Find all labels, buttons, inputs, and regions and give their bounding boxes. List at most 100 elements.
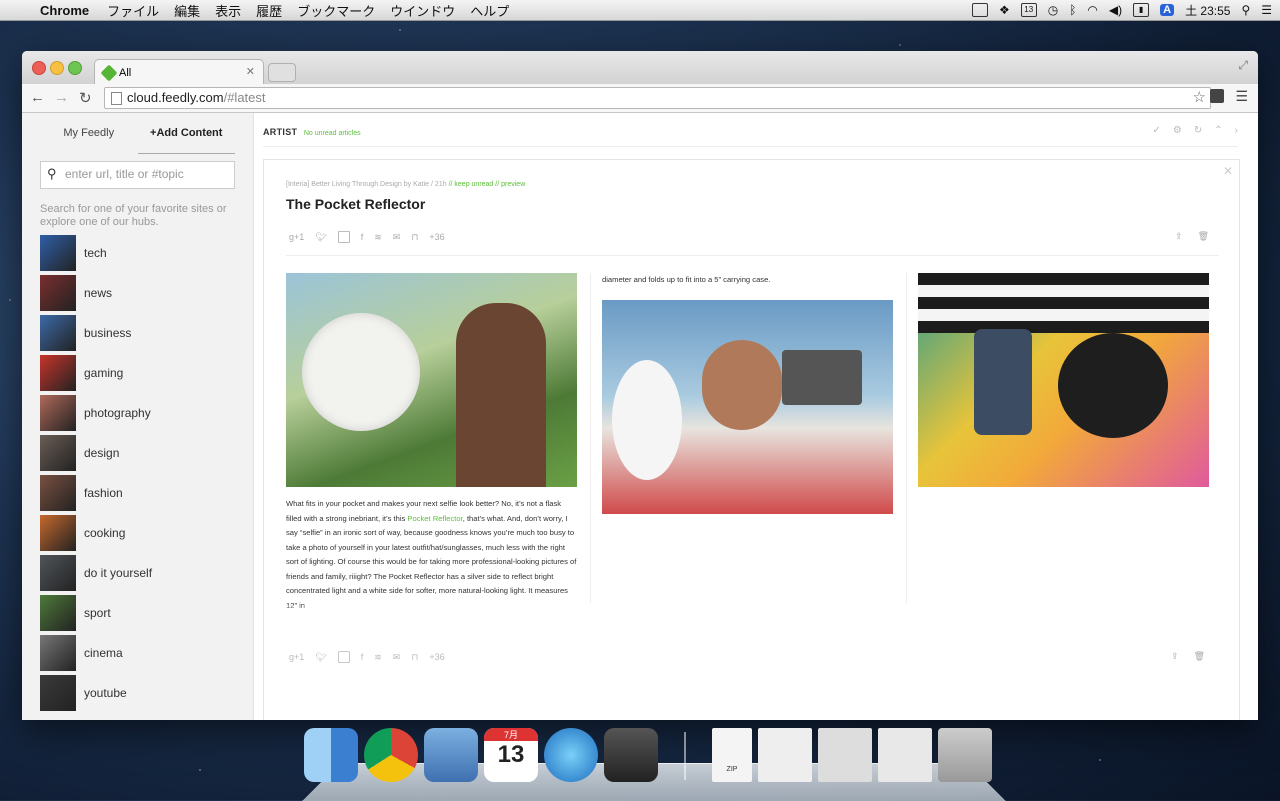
collapse-icon[interactable]: ⌃: [1214, 125, 1222, 136]
minimize-window-button[interactable]: [50, 61, 64, 75]
email-icon[interactable]: ✉: [393, 232, 401, 243]
article-image-man-camera[interactable]: [602, 299, 893, 514]
section-title[interactable]: ARTIST: [263, 127, 297, 137]
wifi-icon[interactable]: ◠: [1087, 3, 1097, 17]
email-icon[interactable]: ✉: [393, 652, 401, 663]
share-out-icon[interactable]: ⇪: [1175, 231, 1183, 242]
trash-icon[interactable]: 🗑︎: [1198, 231, 1209, 242]
mark-read-icon[interactable]: ✓: [1153, 125, 1161, 136]
volume-icon[interactable]: ◀): [1109, 3, 1122, 17]
linkedin-icon[interactable]: [337, 651, 350, 663]
hub-item-photography[interactable]: photography: [40, 393, 152, 433]
google-plus-icon[interactable]: g+1: [289, 232, 304, 242]
hub-item-gaming[interactable]: gaming: [40, 353, 152, 393]
chrome-menu-icon[interactable]: ☰: [1235, 88, 1248, 105]
menu-help[interactable]: ヘルプ: [470, 1, 509, 20]
next-icon[interactable]: ›: [1235, 125, 1238, 136]
time-machine-icon[interactable]: ◷: [1048, 3, 1058, 17]
input-source-icon[interactable]: A: [1160, 4, 1175, 16]
hub-thumbnail: [40, 595, 76, 631]
trash-icon[interactable]: [938, 728, 992, 782]
hub-item-sport[interactable]: sport: [40, 593, 152, 633]
tab-add-content[interactable]: +Add Content: [137, 126, 235, 154]
save-icon[interactable]: ⊓: [411, 652, 418, 663]
calendar-icon[interactable]: 13: [1020, 3, 1037, 17]
fullscreen-icon[interactable]: ⤢: [1238, 58, 1248, 73]
hub-item-tech[interactable]: tech: [40, 233, 152, 273]
url-text[interactable]: cloud.feedly.com/#latest: [127, 90, 266, 105]
close-article-icon[interactable]: ✕: [1223, 164, 1233, 178]
minimized-window-1[interactable]: [758, 728, 812, 782]
google-plus-icon[interactable]: g+1: [289, 652, 304, 662]
article-source[interactable]: [Interia] Better Living Through Design b…: [286, 181, 429, 188]
search-box[interactable]: ⚲: [40, 161, 235, 189]
app-menu-chrome[interactable]: Chrome: [40, 3, 89, 18]
forward-icon[interactable]: →: [54, 89, 69, 106]
reload-icon[interactable]: ↻: [79, 89, 92, 107]
menu-bookmarks[interactable]: ブックマーク: [297, 1, 375, 20]
keep-unread-link[interactable]: keep unread: [454, 181, 493, 188]
menu-history[interactable]: 履歴: [256, 1, 282, 20]
twitter-icon[interactable]: 🐦︎: [315, 232, 326, 243]
mail-icon[interactable]: [424, 728, 478, 782]
buffer-icon[interactable]: ≋: [374, 232, 382, 243]
finder-icon[interactable]: [304, 728, 358, 782]
tab-all[interactable]: All ✕: [94, 59, 264, 85]
dock-separator: [684, 732, 686, 780]
address-bar[interactable]: cloud.feedly.com/#latest ☆: [104, 87, 1211, 109]
airplay-icon[interactable]: [971, 3, 988, 17]
refresh-icon[interactable]: ↻: [1194, 125, 1202, 136]
battery-icon[interactable]: ▮: [1133, 3, 1150, 17]
back-icon[interactable]: ←: [30, 89, 45, 106]
bookmark-star-icon[interactable]: ☆: [1193, 88, 1206, 106]
hub-item-cooking[interactable]: cooking: [40, 513, 152, 553]
tab-my-feedly[interactable]: My Feedly: [40, 126, 138, 154]
buffer-icon[interactable]: ≋: [374, 652, 382, 663]
zoom-window-button[interactable]: [68, 61, 82, 75]
hub-label: cinema: [84, 646, 123, 660]
extension-icon[interactable]: [1210, 89, 1224, 103]
preview-link[interactable]: preview: [501, 181, 525, 188]
twitter-icon[interactable]: 🐦︎: [315, 652, 326, 663]
minimized-window-2[interactable]: [818, 728, 872, 782]
dropbox-icon[interactable]: ❖: [999, 3, 1010, 17]
pocket-reflector-link[interactable]: Pocket Reflector: [407, 514, 462, 523]
save-icon[interactable]: ⊓: [411, 232, 418, 243]
itunes-icon[interactable]: [544, 728, 598, 782]
article-image-reflector-outdoor[interactable]: [286, 273, 577, 487]
clock[interactable]: 土 23:55: [1185, 2, 1230, 19]
close-tab-icon[interactable]: ✕: [246, 65, 255, 78]
new-tab-button[interactable]: [268, 63, 296, 82]
hub-item-youtube[interactable]: youtube: [40, 673, 152, 713]
article-image-iphone-pouch[interactable]: [918, 273, 1209, 487]
hub-item-cinema[interactable]: cinema: [40, 633, 152, 673]
share-out-icon[interactable]: ⇪: [1171, 651, 1179, 662]
hub-label: news: [84, 286, 113, 300]
bluetooth-icon[interactable]: ᛒ: [1069, 3, 1076, 17]
close-window-button[interactable]: [32, 61, 46, 75]
menu-window[interactable]: ウインドウ: [390, 1, 455, 20]
facebook-icon[interactable]: f: [361, 652, 364, 662]
zip-file-icon[interactable]: ZIP: [712, 728, 752, 782]
menu-view[interactable]: 表示: [215, 1, 241, 20]
minimized-window-3[interactable]: [878, 728, 932, 782]
chrome-icon[interactable]: [364, 728, 418, 782]
hub-item-business[interactable]: business: [40, 313, 152, 353]
hub-item-fashion[interactable]: fashion: [40, 473, 152, 513]
facebook-icon[interactable]: f: [361, 232, 364, 242]
hub-item-diy[interactable]: do it yourself: [40, 553, 152, 593]
hub-item-news[interactable]: news: [40, 273, 152, 313]
spotlight-icon[interactable]: ⚲: [1241, 3, 1250, 17]
notification-center-icon[interactable]: ☰: [1261, 3, 1272, 17]
article-title[interactable]: The Pocket Reflector: [286, 196, 425, 212]
menu-file[interactable]: ファイル: [107, 1, 159, 20]
trash-icon[interactable]: 🗑︎: [1194, 651, 1205, 662]
search-input[interactable]: [63, 166, 232, 182]
person-shape: [456, 303, 546, 487]
calendar-app-icon[interactable]: 7月 13: [484, 728, 538, 782]
menu-edit[interactable]: 編集: [174, 1, 200, 20]
dvd-player-icon[interactable]: [604, 728, 658, 782]
settings-icon[interactable]: ⚙: [1173, 125, 1182, 136]
hub-item-design[interactable]: design: [40, 433, 152, 473]
linkedin-icon[interactable]: [337, 231, 350, 243]
